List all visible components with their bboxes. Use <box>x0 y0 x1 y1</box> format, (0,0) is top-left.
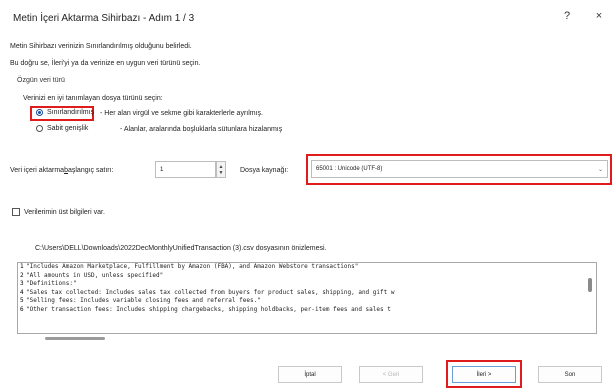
headers-checkbox-box[interactable] <box>12 208 20 216</box>
file-origin-select[interactable]: 65001 : Unicode (UTF-8) ⌄ <box>311 160 608 178</box>
intro-line-1: Metin Sihirbazı verinizin Sınırlandırılm… <box>10 43 192 50</box>
start-row-input[interactable]: 1 <box>155 161 216 178</box>
data-type-group-label: Özgün veri türü <box>17 77 65 84</box>
preview-row: 1 "Includes Amazon Marketplace, Fulfillme… <box>20 263 359 270</box>
radio-fixed-width-label: Sabit genişlik <box>47 125 89 132</box>
radio-fixed-width[interactable]: Sabit genişlik <box>36 125 88 132</box>
headers-checkbox-label: Verilerimin üst bilgileri var. <box>24 208 105 216</box>
next-button[interactable]: İleri > <box>452 366 516 383</box>
start-row-label: Veri içeri aktarmabaşlangıç satırı: <box>10 167 114 174</box>
window-title: Metin İçeri Aktarma Sihirbazı - Adım 1 /… <box>13 13 195 24</box>
file-origin-value: 65001 : Unicode (UTF-8) <box>316 166 383 172</box>
help-button[interactable]: ? <box>561 10 573 22</box>
start-row-spinner[interactable]: ▲ ▼ <box>216 161 226 178</box>
data-type-prompt: Verinizi en iyi tanımlayan dosya türünü … <box>23 95 163 102</box>
headers-checkbox[interactable]: Verilerimin üst bilgileri var. <box>12 208 105 216</box>
preview-caption: C:\Users\DELL\Downloads\2022DecMonthlyUn… <box>35 245 327 252</box>
intro-line-2: Bu doğru se, İleri'yi ya da verinize en … <box>10 60 201 67</box>
cancel-button[interactable]: İptal <box>278 366 342 383</box>
close-button[interactable]: × <box>593 10 605 22</box>
preview-row: 4 "Sales tax collected: Includes sales ta… <box>20 288 395 296</box>
preview-box[interactable]: 1 "Includes Amazon Marketplace, Fulfillme… <box>17 262 597 334</box>
preview-row: 3 "Definitions:" <box>20 280 77 288</box>
preview-vertical-scrollbar[interactable] <box>588 278 592 292</box>
finish-button[interactable]: Son <box>538 366 602 383</box>
file-origin-label: Dosya kaynağı: <box>240 167 289 174</box>
back-button[interactable]: < Geri <box>359 366 423 383</box>
chevron-down-icon[interactable]: ⌄ <box>598 166 603 173</box>
radio-delimited-label: Sınırlandırılmış <box>47 109 95 116</box>
radio-delimited-description: - Her alan virgül ve sekme gibi karakter… <box>100 110 263 117</box>
preview-row: 6 "Other transaction fees: Includes shipp… <box>20 305 391 313</box>
preview-horizontal-scrollbar[interactable] <box>45 337 105 340</box>
radio-delimited-indicator[interactable] <box>36 109 43 116</box>
spin-down-icon[interactable]: ▼ <box>219 170 224 176</box>
preview-row: 5 "Selling fees: Includes variable closin… <box>20 297 261 305</box>
radio-fixed-width-indicator[interactable] <box>36 125 43 132</box>
radio-delimited[interactable]: Sınırlandırılmış <box>36 109 94 116</box>
radio-fixed-width-description: - Alanlar, aralarında boşluklarla sütunl… <box>120 126 283 133</box>
preview-row: 2 "All amounts in USD, unless specified" <box>20 271 164 279</box>
